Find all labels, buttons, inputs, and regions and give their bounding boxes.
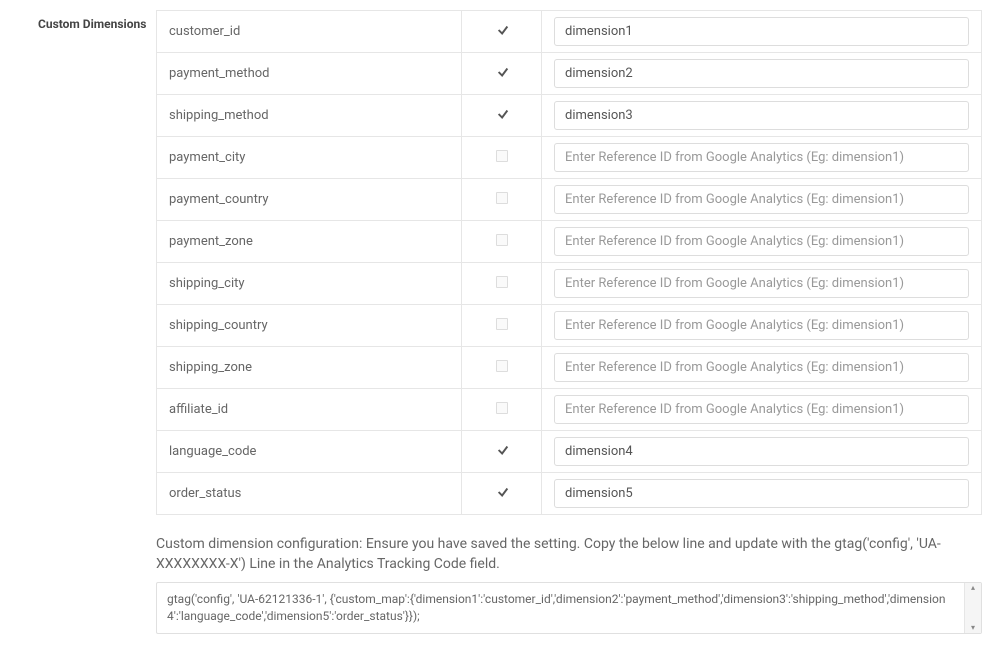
check-icon[interactable] bbox=[496, 23, 508, 35]
scroll-up-icon[interactable]: ▴ bbox=[971, 583, 975, 593]
reference-id-input[interactable] bbox=[554, 269, 969, 298]
scrollbar[interactable]: ▴ ▾ bbox=[964, 583, 981, 633]
dimension-name: payment_method bbox=[157, 53, 462, 95]
dimension-name: affiliate_id bbox=[157, 389, 462, 431]
checkbox-icon[interactable] bbox=[496, 150, 508, 162]
dimension-checkbox-cell bbox=[462, 53, 542, 95]
table-row: shipping_zone bbox=[157, 347, 982, 389]
help-text: Custom dimension configuration: Ensure y… bbox=[156, 535, 982, 574]
dimension-checkbox-cell bbox=[462, 137, 542, 179]
dimension-name: payment_country bbox=[157, 179, 462, 221]
dimension-input-cell bbox=[542, 431, 982, 473]
table-row: customer_id bbox=[157, 11, 982, 53]
dimension-name: payment_zone bbox=[157, 221, 462, 263]
table-row: shipping_city bbox=[157, 263, 982, 305]
reference-id-input[interactable] bbox=[554, 479, 969, 508]
dimension-name: shipping_country bbox=[157, 305, 462, 347]
dimension-input-cell bbox=[542, 473, 982, 515]
checkbox-icon[interactable] bbox=[496, 402, 508, 414]
dimension-input-cell bbox=[542, 95, 982, 137]
dimension-checkbox-cell bbox=[462, 431, 542, 473]
dimension-checkbox-cell bbox=[462, 473, 542, 515]
table-row: shipping_country bbox=[157, 305, 982, 347]
checkbox-icon[interactable] bbox=[496, 318, 508, 330]
dimension-name: payment_city bbox=[157, 137, 462, 179]
scroll-down-icon[interactable]: ▾ bbox=[971, 623, 975, 633]
checkbox-icon[interactable] bbox=[496, 276, 508, 288]
checkbox-icon[interactable] bbox=[496, 234, 508, 246]
dimension-checkbox-cell bbox=[462, 389, 542, 431]
reference-id-input[interactable] bbox=[554, 227, 969, 256]
dimension-name: customer_id bbox=[157, 11, 462, 53]
checkbox-icon[interactable] bbox=[496, 192, 508, 204]
reference-id-input[interactable] bbox=[554, 143, 969, 172]
reference-id-input[interactable] bbox=[554, 185, 969, 214]
reference-id-input[interactable] bbox=[554, 395, 969, 424]
dimension-name: order_status bbox=[157, 473, 462, 515]
dimension-input-cell bbox=[542, 389, 982, 431]
dimension-input-cell bbox=[542, 53, 982, 95]
dimension-checkbox-cell bbox=[462, 347, 542, 389]
dimension-input-cell bbox=[542, 347, 982, 389]
dimension-checkbox-cell bbox=[462, 221, 542, 263]
code-content: gtag('config', 'UA-62121336-1', {'custom… bbox=[167, 591, 971, 625]
dimension-checkbox-cell bbox=[462, 263, 542, 305]
dimension-input-cell bbox=[542, 263, 982, 305]
dimension-name: shipping_method bbox=[157, 95, 462, 137]
check-icon[interactable] bbox=[496, 65, 508, 77]
dimension-checkbox-cell bbox=[462, 179, 542, 221]
dimension-input-cell bbox=[542, 305, 982, 347]
dimension-input-cell bbox=[542, 137, 982, 179]
dimension-name: language_code bbox=[157, 431, 462, 473]
table-row: affiliate_id bbox=[157, 389, 982, 431]
checkbox-icon[interactable] bbox=[496, 360, 508, 372]
check-icon[interactable] bbox=[496, 485, 508, 497]
table-row: shipping_method bbox=[157, 95, 982, 137]
reference-id-input[interactable] bbox=[554, 353, 969, 382]
dimension-checkbox-cell bbox=[462, 95, 542, 137]
dimension-input-cell bbox=[542, 11, 982, 53]
code-box[interactable]: gtag('config', 'UA-62121336-1', {'custom… bbox=[156, 582, 982, 634]
table-row: payment_country bbox=[157, 179, 982, 221]
reference-id-input[interactable] bbox=[554, 437, 969, 466]
dimension-input-cell bbox=[542, 179, 982, 221]
table-row: payment_method bbox=[157, 53, 982, 95]
check-icon[interactable] bbox=[496, 443, 508, 455]
table-row: order_status bbox=[157, 473, 982, 515]
dimension-input-cell bbox=[542, 221, 982, 263]
table-row: language_code bbox=[157, 431, 982, 473]
table-row: payment_city bbox=[157, 137, 982, 179]
dimension-name: shipping_city bbox=[157, 263, 462, 305]
dimensions-table: customer_idpayment_methodshipping_method… bbox=[156, 10, 982, 515]
dimension-checkbox-cell bbox=[462, 305, 542, 347]
reference-id-input[interactable] bbox=[554, 17, 969, 46]
reference-id-input[interactable] bbox=[554, 59, 969, 88]
section-label: Custom Dimensions bbox=[38, 10, 156, 634]
reference-id-input[interactable] bbox=[554, 101, 969, 130]
dimension-checkbox-cell bbox=[462, 11, 542, 53]
dimension-name: shipping_zone bbox=[157, 347, 462, 389]
check-icon[interactable] bbox=[496, 107, 508, 119]
reference-id-input[interactable] bbox=[554, 311, 969, 340]
table-row: payment_zone bbox=[157, 221, 982, 263]
